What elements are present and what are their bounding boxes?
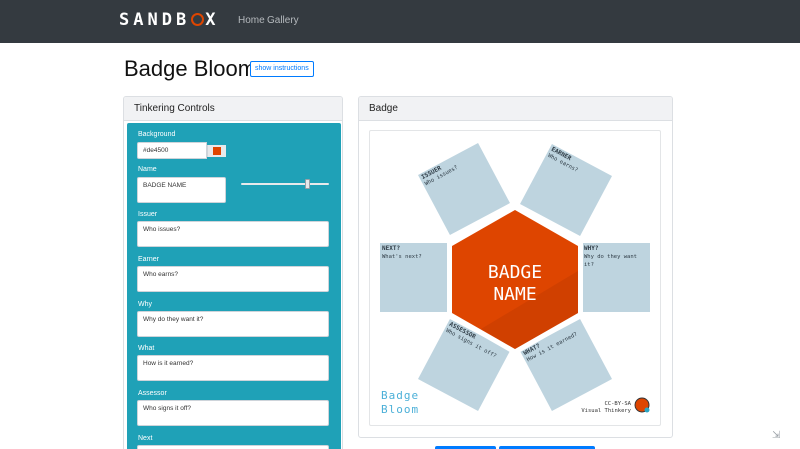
show-instructions-button[interactable]: show instructions [250, 61, 314, 77]
issuer-input[interactable]: Who issues? [137, 221, 329, 247]
nav-link-home[interactable]: Home [238, 15, 265, 26]
background-label: Background [138, 131, 176, 138]
name-label: Name [138, 166, 157, 173]
brand-text-start: SANDB [119, 10, 191, 30]
color-swatch-icon [213, 147, 221, 155]
brand-text-end: X [205, 10, 220, 30]
issuer-label: Issuer [138, 211, 158, 218]
next-label: Next [138, 435, 153, 442]
what-label: What [138, 345, 155, 352]
next-input[interactable] [137, 445, 329, 449]
what-input[interactable]: How is it earned? [137, 355, 329, 381]
why-label: Why [138, 301, 152, 308]
license-text-2: Visual Thinkery [581, 408, 631, 414]
next-petal-text: What's next? [382, 254, 422, 260]
navbar: SANDB X Home Gallery [0, 0, 800, 43]
controls-card-title: Tinkering Controls [124, 97, 342, 121]
slider-handle[interactable] [304, 179, 310, 189]
color-picker-button[interactable] [207, 145, 226, 157]
page-title: Badge Bloom [124, 56, 257, 81]
nav-link-gallery[interactable]: Gallery [267, 15, 299, 26]
badge-bloom-svg: ISSUER Who issues? EARNER Who earns? NEX… [380, 143, 650, 416]
badge-canvas: ISSUER Who issues? EARNER Who earns? NEX… [369, 130, 661, 426]
name-size-slider[interactable] [241, 183, 329, 185]
why-petal-title: WHY? [584, 245, 599, 252]
badge-bloom-watermark-2: Bloom [381, 403, 419, 416]
corner-widget-icon[interactable]: ⇲ [772, 430, 780, 441]
license-text-1: CC-BY-SA [605, 401, 632, 407]
assessor-input[interactable]: Who signs it off? [137, 400, 329, 426]
next-petal-title: NEXT? [382, 245, 400, 252]
logo-dot [644, 407, 650, 413]
background-color-input[interactable]: #de4500 [137, 142, 207, 159]
why-input[interactable]: Why do they want it? [137, 311, 329, 337]
assessor-label: Assessor [138, 390, 167, 397]
next-petal: NEXT? What's next? [380, 243, 450, 312]
badge-name-line-1: BADGE [488, 262, 542, 283]
brand-o-icon [191, 13, 205, 26]
badge-name-line-2: NAME [493, 284, 536, 305]
name-input[interactable]: BADGE NAME [137, 177, 226, 203]
visual-thinkery-logo-icon [634, 397, 650, 413]
badge-bloom-watermark-1: Badge [381, 389, 419, 402]
brand-logo[interactable]: SANDB X [119, 10, 219, 30]
earner-input[interactable]: Who earns? [137, 266, 329, 292]
why-petal-text: Why do they want [584, 254, 637, 260]
badge-card-title: Badge [359, 97, 672, 121]
earner-label: Earner [138, 256, 160, 263]
why-petal: WHY? Why do they want it? [581, 243, 650, 312]
why-petal-text-2: it? [584, 262, 594, 268]
